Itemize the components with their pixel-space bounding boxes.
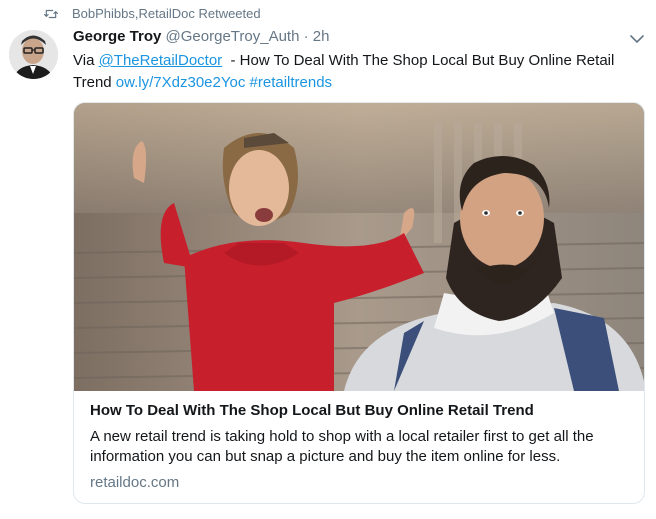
avatar[interactable] bbox=[9, 30, 58, 79]
hashtag-link[interactable]: #retailtrends bbox=[250, 74, 333, 91]
author-handle[interactable]: @GeorgeTroy_Auth bbox=[166, 28, 300, 45]
card-description: A new retail trend is taking hold to sho… bbox=[90, 428, 594, 465]
tweet-text-prefix: Via bbox=[73, 52, 99, 69]
card-image bbox=[74, 103, 644, 391]
card-title[interactable]: How To Deal With The Shop Local But Buy … bbox=[90, 401, 635, 421]
tweet-time[interactable]: 2h bbox=[313, 28, 330, 45]
tweet-text: Via @TheRetailDoctor - How To Deal With … bbox=[73, 50, 633, 94]
url-link[interactable]: ow.ly/7Xdz30e2Yoc bbox=[116, 74, 246, 91]
retweet-icon bbox=[44, 9, 58, 18]
retweet-context: BobPhibbs,RetailDoc Retweeted bbox=[44, 6, 261, 21]
tweet-header: George Troy @GeorgeTroy_Auth · 2h bbox=[73, 28, 329, 45]
author-name[interactable]: George Troy bbox=[73, 28, 161, 45]
chevron-down-icon[interactable] bbox=[629, 33, 645, 45]
retweet-label[interactable]: BobPhibbs,RetailDoc Retweeted bbox=[72, 6, 261, 21]
card-body: How To Deal With The Shop Local But Buy … bbox=[90, 401, 635, 493]
card-domain: retaildoc.com bbox=[90, 474, 180, 491]
link-card[interactable]: How To Deal With The Shop Local But Buy … bbox=[73, 102, 645, 504]
separator-dot: · bbox=[303, 28, 309, 45]
mention-link[interactable]: @TheRetailDoctor bbox=[99, 52, 223, 69]
